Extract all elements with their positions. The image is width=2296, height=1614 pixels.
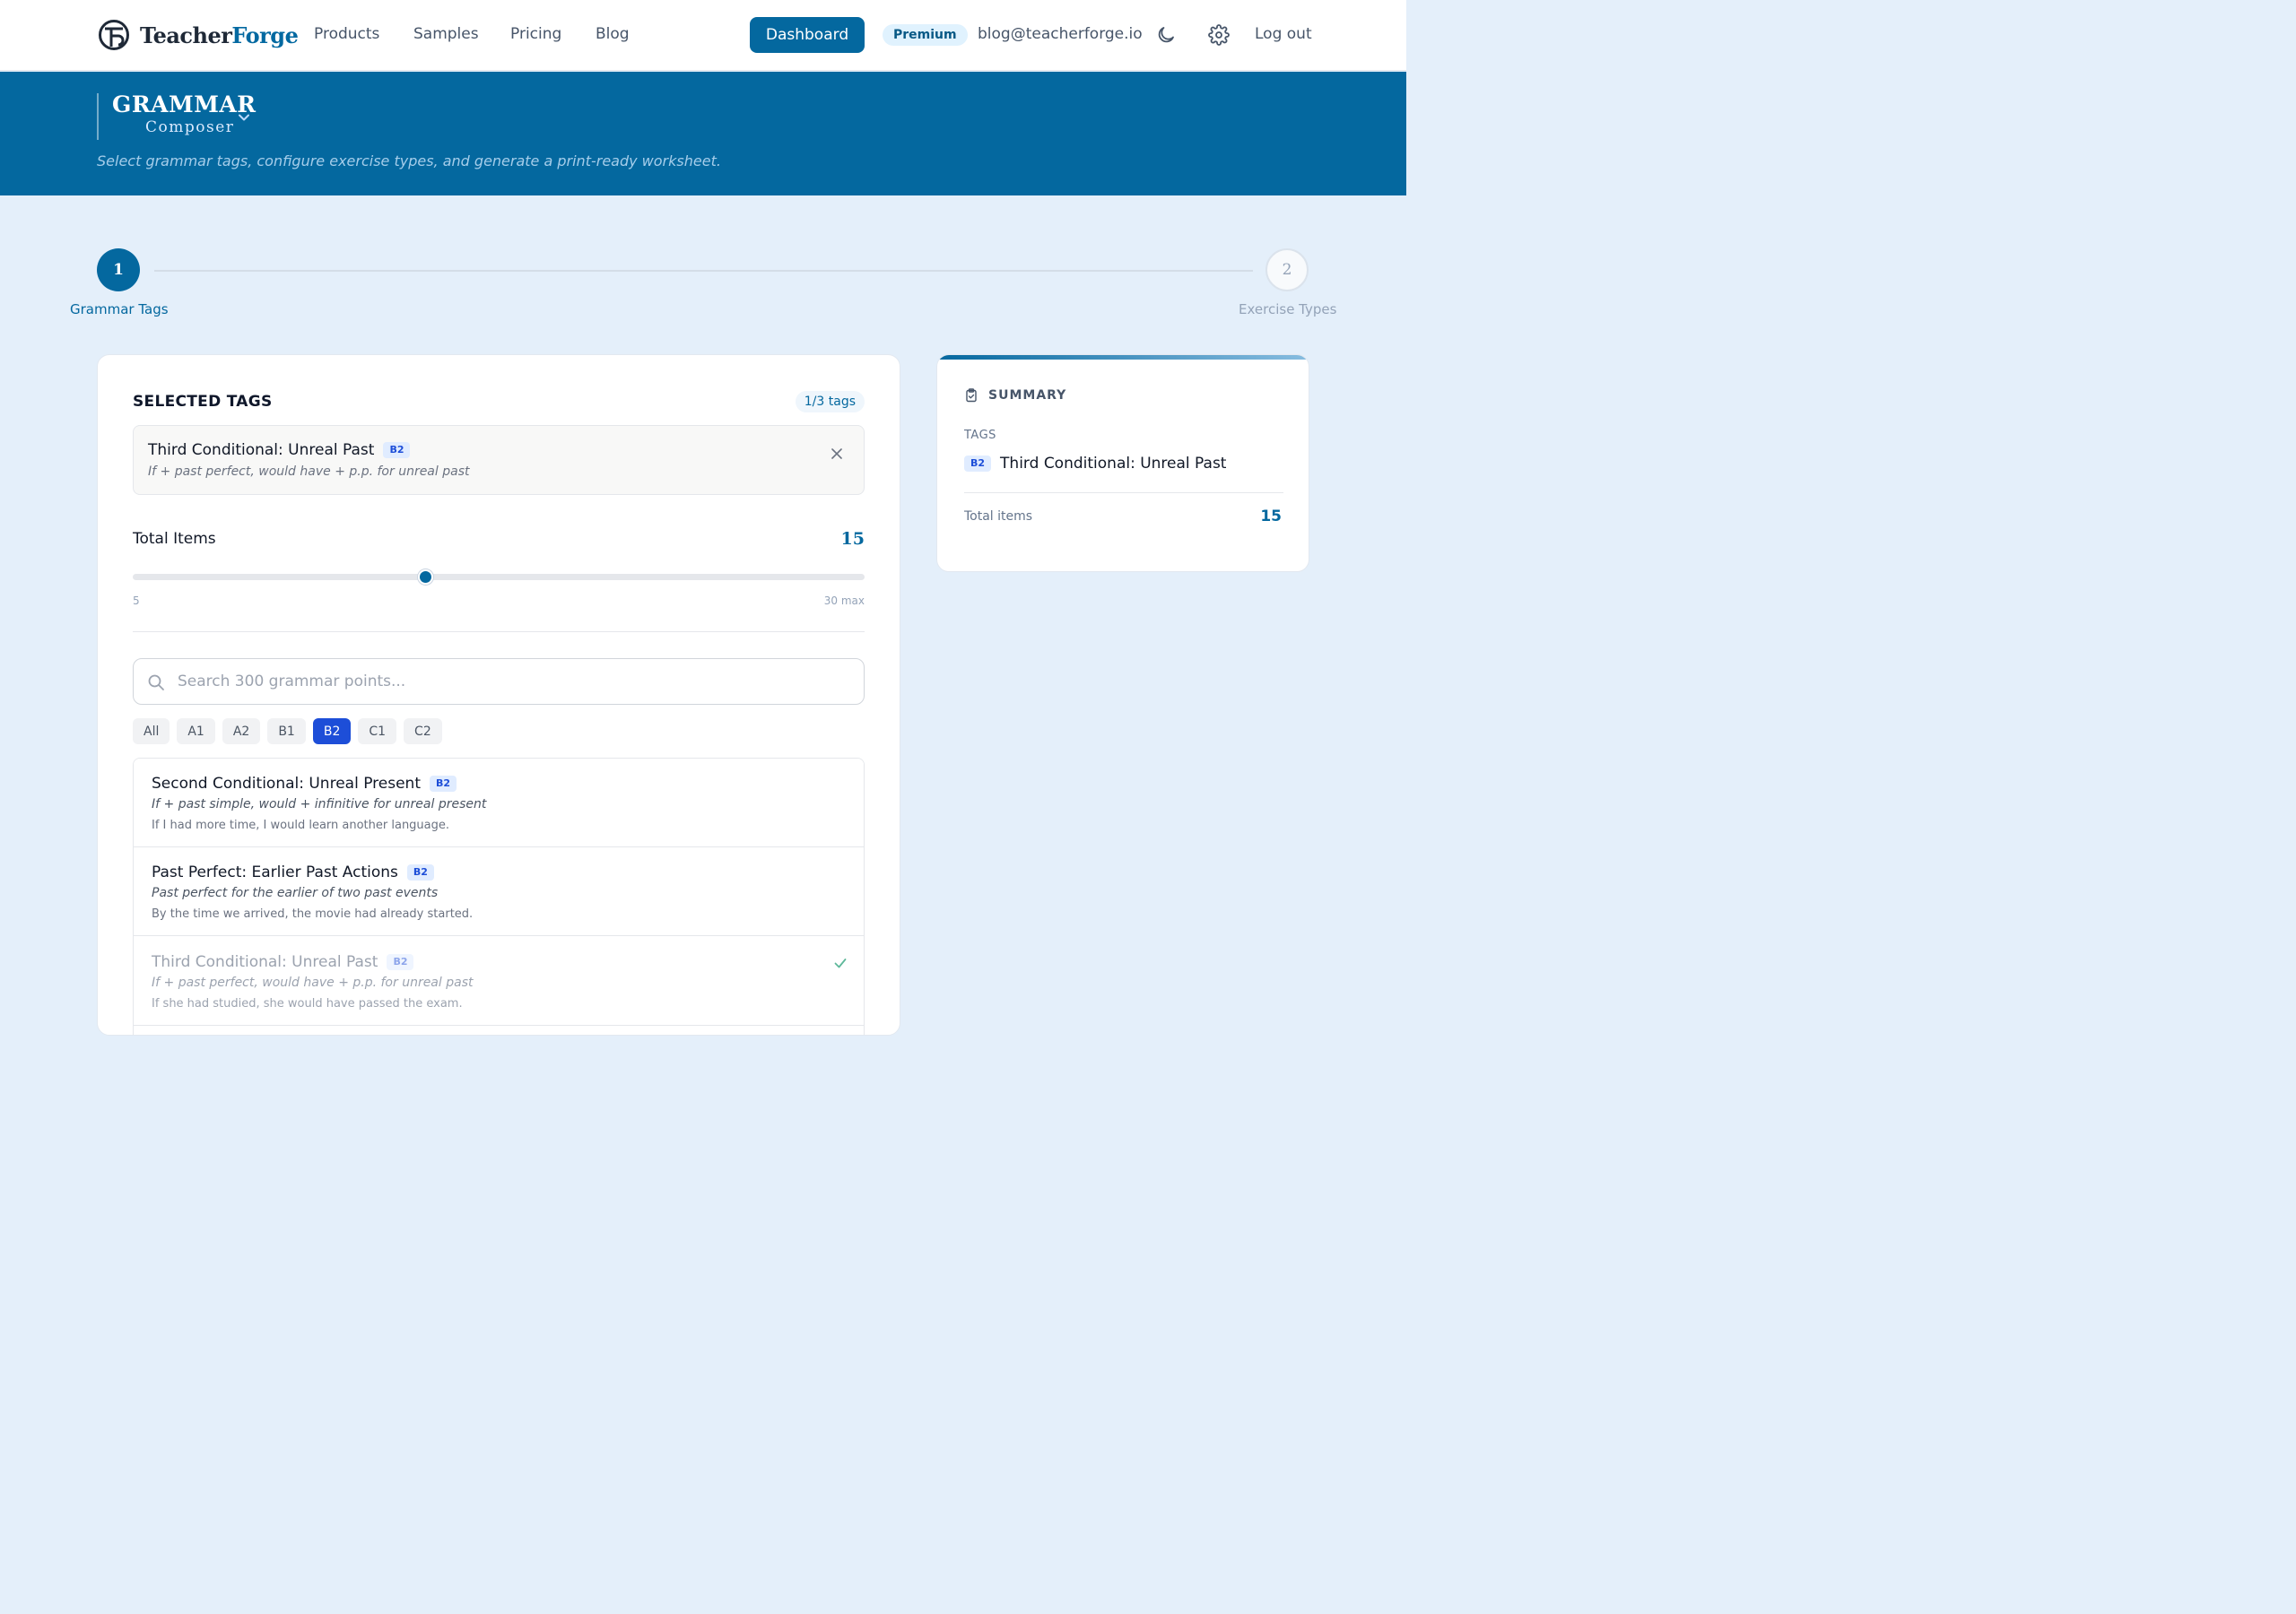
grammar-tags-card: SELECTED TAGS 1/3 tags Third Conditional… [97, 354, 900, 1036]
slider-min-label: 5 [133, 594, 140, 607]
chevron-down-icon[interactable] [237, 110, 251, 125]
step-2-label: Exercise Types [1239, 301, 1337, 317]
teacherforge-logo-icon [99, 20, 129, 50]
step-2-circle[interactable]: 2 [1265, 248, 1309, 291]
summary-accent-bar [937, 355, 1309, 360]
hero-accent-bar [97, 93, 99, 140]
grammar-list: Second Conditional: Unreal Present B2 If … [133, 758, 865, 1035]
search-icon [148, 674, 164, 690]
summary-total-label: Total items [964, 509, 1033, 524]
grammar-description: If + past simple, would + infinitive for… [152, 797, 487, 811]
grammar-name: Second Conditional: Unreal Present B2 [152, 775, 457, 793]
brand-logo[interactable]: TeacherForge [97, 18, 299, 52]
summary-tag: B2 Third Conditional: Unreal Past [964, 455, 1226, 473]
list-item[interactable]: Past Perfect: Earlier Past Actions B2 Pas… [134, 847, 864, 936]
hero-description: Select grammar tags, configure exercise … [97, 152, 721, 169]
section-divider [133, 631, 865, 632]
total-items-value: 15 [840, 529, 865, 549]
close-icon[interactable] [830, 447, 844, 461]
slider-handle[interactable] [417, 569, 433, 585]
hero-banner: GRAMMAR Composer Select grammar tags, co… [0, 72, 1406, 195]
level-badge: B2 [406, 864, 434, 881]
check-icon [834, 959, 847, 968]
filter-a1[interactable]: A1 [177, 718, 215, 744]
slider-max-label: 30 max [823, 594, 865, 607]
level-badge: B2 [429, 776, 457, 792]
filter-c2[interactable]: C2 [404, 718, 442, 744]
nav-link-blog[interactable]: Blog [596, 25, 630, 43]
hero-title: GRAMMAR [112, 91, 257, 117]
total-items-slider[interactable] [133, 574, 865, 580]
summary-card: SUMMARY TAGS B2 Third Conditional: Unreal… [936, 354, 1309, 572]
dashboard-button[interactable]: Dashboard [750, 17, 865, 53]
level-filter-bar: All A1 A2 B1 B2 C1 C2 [133, 718, 442, 744]
step-1-label: Grammar Tags [70, 301, 169, 317]
selected-tag-item: Third Conditional: Unreal Past B2 If + pa… [133, 425, 865, 495]
grammar-description: If + past perfect, would have + p.p. for… [152, 976, 474, 990]
nav-link-pricing[interactable]: Pricing [510, 25, 561, 43]
grammar-example: If she had studied, she would have passe… [152, 997, 463, 1011]
grammar-description: Past perfect for the earlier of two past… [152, 886, 439, 900]
step-1-circle[interactable]: 1 [97, 248, 140, 291]
premium-badge: Premium [883, 24, 968, 46]
filter-b1[interactable]: B1 [267, 718, 306, 744]
selected-tags-title: SELECTED TAGS [133, 393, 273, 411]
grammar-example: If I had more time, I would learn anothe… [152, 819, 450, 832]
tag-count-badge: 1/3 tags [795, 391, 865, 412]
grammar-name: Past Perfect: Earlier Past Actions B2 [152, 863, 434, 881]
selected-tag-name: Third Conditional: Unreal Past B2 [148, 441, 411, 459]
hero-subtitle: Composer [145, 118, 235, 136]
filter-all[interactable]: All [133, 718, 170, 744]
level-badge: B2 [964, 456, 992, 472]
stepper-connector [154, 270, 1253, 272]
level-badge: B2 [387, 954, 414, 970]
grammar-example: By the time we arrived, the movie had al… [152, 907, 474, 921]
filter-b2[interactable]: B2 [312, 718, 352, 744]
list-item[interactable]: Second Conditional: Unreal Present B2 If … [134, 759, 864, 847]
logout-link[interactable]: Log out [1255, 25, 1312, 43]
nav-link-samples[interactable]: Samples [413, 25, 479, 43]
search-input[interactable] [178, 659, 841, 704]
summary-title: SUMMARY [988, 388, 1067, 403]
clipboard-check-icon [966, 388, 977, 403]
brand-name: TeacherForge [140, 22, 299, 48]
total-items-label: Total Items [133, 530, 216, 548]
selected-tag-description: If + past perfect, would have + p.p. for… [148, 464, 470, 479]
filter-a2[interactable]: A2 [222, 718, 261, 744]
filter-c1[interactable]: C1 [358, 718, 397, 744]
nav-link-products[interactable]: Products [314, 25, 379, 43]
user-email[interactable]: blog@teacherforge.io [978, 25, 1143, 43]
summary-tags-label: TAGS [964, 429, 996, 442]
grammar-name: Third Conditional: Unreal Past B2 [152, 953, 414, 971]
top-navbar: TeacherForge Products Samples Pricing Bl… [0, 0, 1406, 71]
gear-icon[interactable] [1208, 24, 1230, 46]
summary-total-value: 15 [1260, 508, 1282, 525]
summary-divider [964, 492, 1283, 493]
search-box [133, 658, 865, 705]
moon-icon[interactable] [1155, 24, 1177, 46]
list-item[interactable]: Third Conditional: Unreal Past B2 If + pa… [134, 937, 864, 1026]
level-badge: B2 [383, 442, 411, 458]
